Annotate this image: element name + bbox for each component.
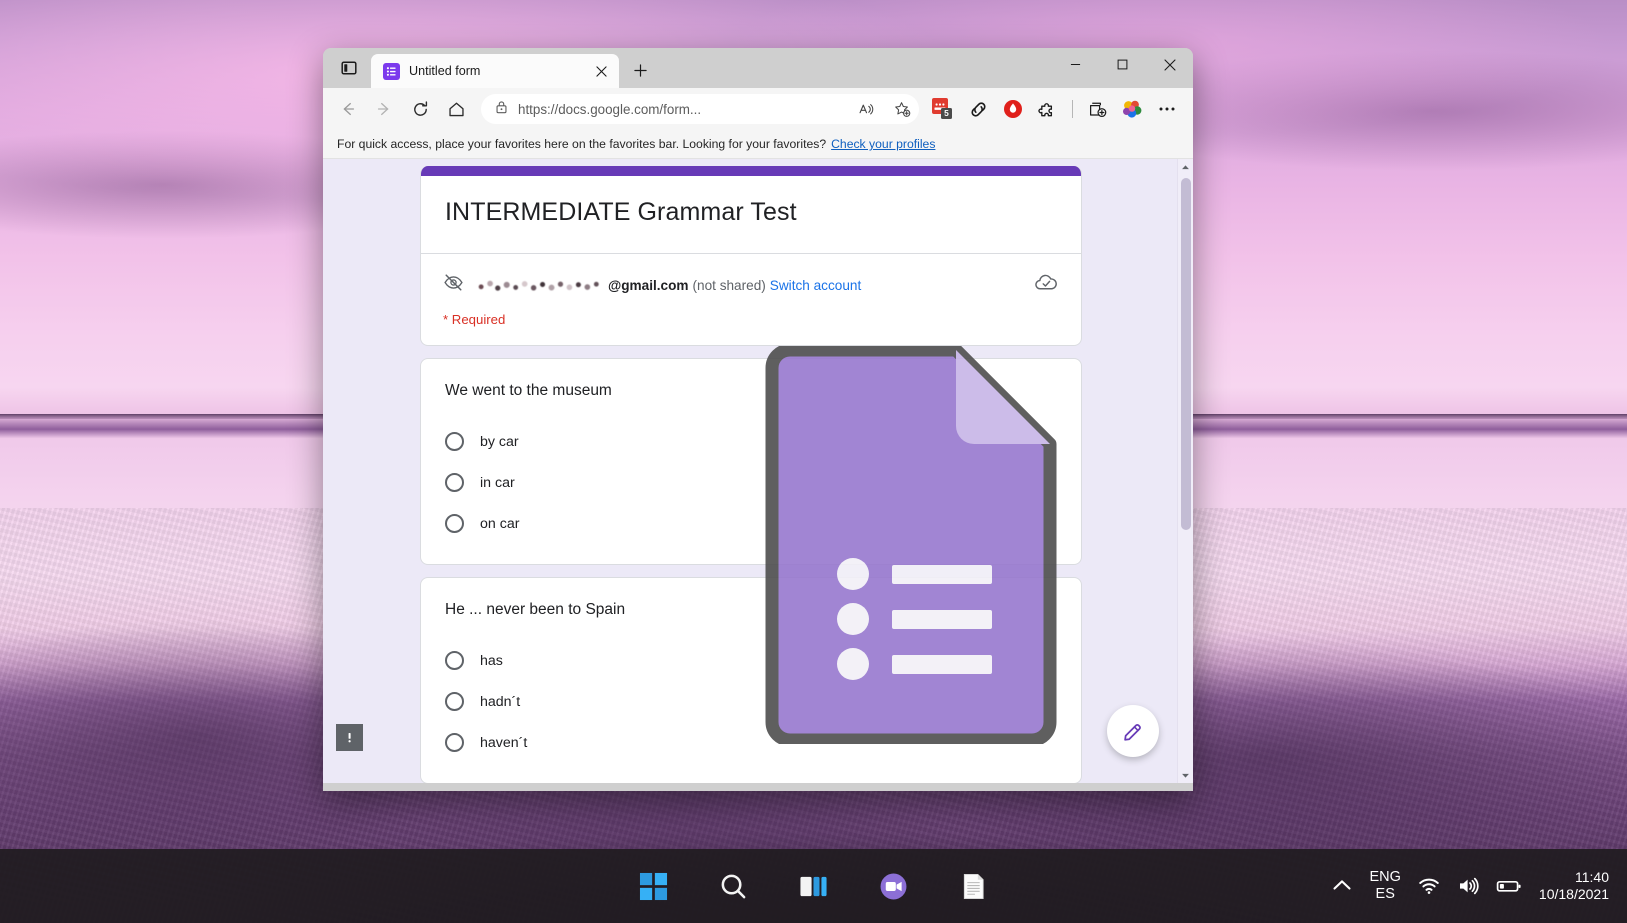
radio-button-icon[interactable] <box>445 514 464 533</box>
close-button[interactable] <box>1146 48 1193 81</box>
link-extension-icon[interactable] <box>962 93 994 125</box>
check-profiles-link[interactable]: Check your profiles <box>831 137 935 151</box>
battery-icon[interactable] <box>1496 875 1522 897</box>
option-row[interactable]: hadn´t <box>445 681 1057 722</box>
option-row[interactable]: in car <box>445 462 1057 503</box>
account-email: @gmail.com (not shared) Switch account <box>476 278 1022 293</box>
send-feedback-button[interactable] <box>336 724 363 751</box>
form-accent-stripe <box>421 166 1081 176</box>
collections-icon[interactable] <box>1081 93 1113 125</box>
browser-tab[interactable]: Untitled form <box>371 54 619 88</box>
radio-button-icon[interactable] <box>445 733 464 752</box>
radio-button-icon[interactable] <box>445 432 464 451</box>
window-controls <box>1052 48 1193 81</box>
add-favorite-icon[interactable] <box>889 96 915 122</box>
radio-button-icon[interactable] <box>445 651 464 670</box>
page-scrollbar[interactable] <box>1177 159 1193 783</box>
form-header-card: INTERMEDIATE Grammar Test @gmail.com (no… <box>420 166 1082 346</box>
option-row[interactable]: by car <box>445 421 1057 462</box>
radio-button-icon[interactable] <box>445 473 464 492</box>
scrollbar-track[interactable] <box>1178 175 1193 767</box>
option-row[interactable]: haven´t <box>445 722 1057 763</box>
address-bar-url: https://docs.google.com/form... <box>518 102 843 117</box>
back-icon[interactable] <box>331 92 365 126</box>
show-hidden-icons-button[interactable] <box>1331 875 1353 897</box>
settings-and-more-icon[interactable] <box>1151 93 1183 125</box>
question-card: He ... never been to Spain has hadn´t ha… <box>420 577 1082 783</box>
browser-window: Untitled form <box>323 48 1193 791</box>
question-text: We went to the museum <box>445 381 1057 401</box>
scroll-down-icon[interactable] <box>1178 767 1194 783</box>
system-tray: ENG ES <box>1331 849 1627 923</box>
option-label: by car <box>480 434 519 450</box>
task-view-button[interactable] <box>790 862 838 910</box>
refresh-icon[interactable] <box>403 92 437 126</box>
favorites-bar: For quick access, place your favorites h… <box>323 130 1193 159</box>
required-note: * Required <box>421 300 1081 345</box>
tab-title: Untitled form <box>409 64 582 78</box>
volume-icon[interactable] <box>1457 875 1479 897</box>
home-icon[interactable] <box>439 92 473 126</box>
address-bar[interactable]: https://docs.google.com/form... <box>481 94 919 124</box>
taskbar-icons <box>630 862 998 910</box>
forward-icon[interactable] <box>367 92 401 126</box>
clock[interactable]: 11:40 10/18/2021 <box>1539 869 1609 904</box>
scroll-up-icon[interactable] <box>1178 159 1194 175</box>
profile-avatar-icon[interactable] <box>1116 93 1148 125</box>
option-row[interactable]: on car <box>445 503 1057 544</box>
radio-button-icon[interactable] <box>445 692 464 711</box>
option-label: has <box>480 653 503 669</box>
wifi-icon[interactable] <box>1418 875 1440 897</box>
clock-time: 11:40 <box>1539 869 1609 887</box>
account-row: @gmail.com (not shared) Switch account <box>421 253 1081 300</box>
language-secondary: ES <box>1370 886 1401 903</box>
option-label: haven´t <box>480 735 527 751</box>
maximize-button[interactable] <box>1099 48 1146 81</box>
adblock-extension-icon[interactable] <box>997 93 1029 125</box>
new-tab-icon[interactable] <box>625 55 655 85</box>
edit-form-fab[interactable] <box>1107 705 1159 757</box>
switch-account-link[interactable]: Switch account <box>770 278 861 293</box>
read-aloud-icon[interactable] <box>853 96 879 122</box>
search-button[interactable] <box>710 862 758 910</box>
clock-date: 10/18/2021 <box>1539 886 1609 904</box>
favorites-bar-message: For quick access, place your favorites h… <box>337 137 826 151</box>
language-indicator[interactable]: ENG ES <box>1370 869 1401 902</box>
pencil-icon <box>1122 720 1144 742</box>
exclamation-icon <box>343 731 356 744</box>
toolbar-divider <box>1072 100 1073 118</box>
lock-icon <box>495 100 508 119</box>
close-icon[interactable] <box>591 61 611 81</box>
minimize-button[interactable] <box>1052 48 1099 81</box>
teams-button[interactable] <box>870 862 918 910</box>
eye-off-icon <box>443 272 464 298</box>
puzzle-extensions-icon[interactable] <box>1032 93 1064 125</box>
form-column: INTERMEDIATE Grammar Test @gmail.com (no… <box>420 166 1082 783</box>
language-primary: ENG <box>1370 869 1401 886</box>
email-domain: @gmail.com <box>608 278 689 293</box>
cloud-done-icon <box>1034 270 1059 300</box>
taskbar: ENG ES <box>0 849 1627 923</box>
forms-icon <box>383 63 400 80</box>
question-card: We went to the museum by car in car on c… <box>420 358 1082 565</box>
option-label: hadn´t <box>480 694 520 710</box>
page-viewport: INTERMEDIATE Grammar Test @gmail.com (no… <box>323 159 1193 783</box>
screen-recorder-extension-icon[interactable]: 5 <box>927 93 959 125</box>
tab-actions-icon[interactable] <box>331 50 367 86</box>
svg-text:5: 5 <box>944 108 949 118</box>
option-row[interactable]: has <box>445 640 1057 681</box>
tab-strip: Untitled form <box>323 48 1193 88</box>
navigation-toolbar: https://docs.google.com/form... 5 <box>323 88 1193 130</box>
question-text: He ... never been to Spain <box>445 600 1057 620</box>
shared-state: (not shared) <box>693 278 766 293</box>
scrollbar-thumb[interactable] <box>1181 178 1191 530</box>
document-app-button[interactable] <box>950 862 998 910</box>
email-redacted <box>476 279 604 292</box>
option-label: in car <box>480 475 515 491</box>
extensions-toolbar: 5 <box>927 93 1185 125</box>
page-title: INTERMEDIATE Grammar Test <box>421 176 1081 253</box>
start-button[interactable] <box>630 862 678 910</box>
option-label: on car <box>480 516 519 532</box>
